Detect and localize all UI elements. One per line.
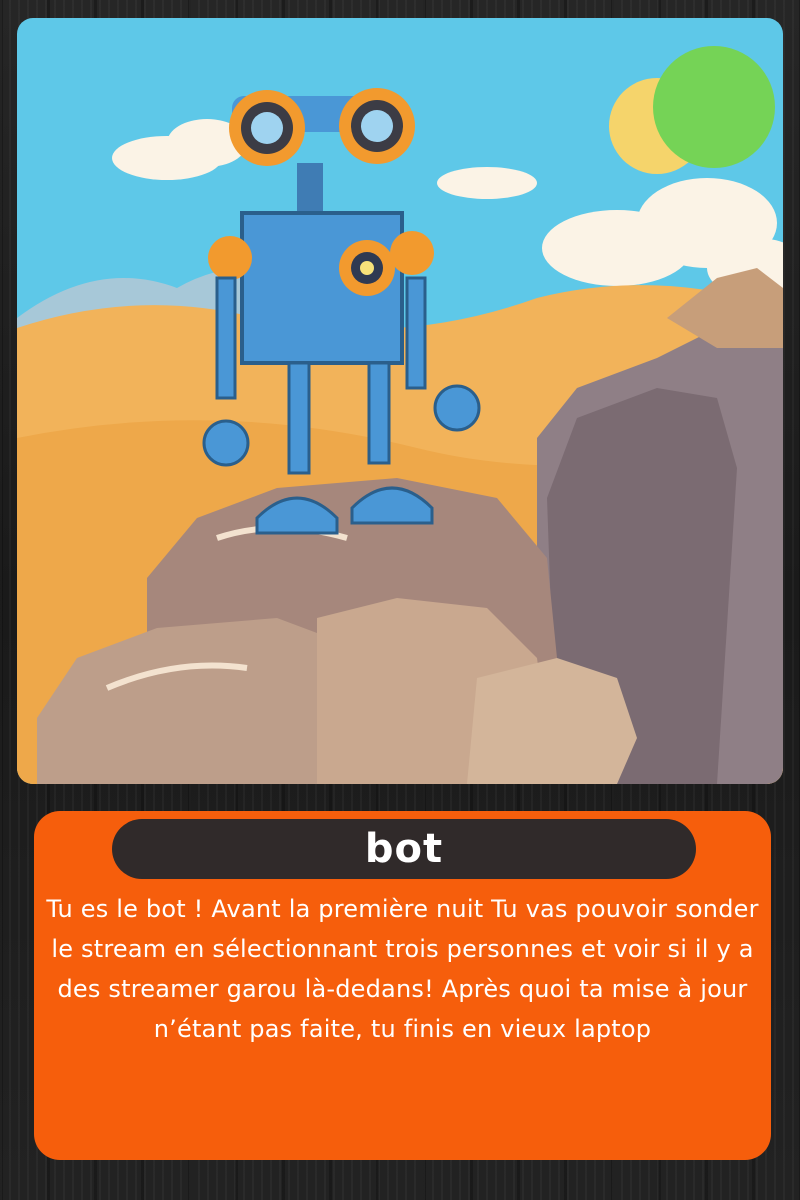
card-illustration — [17, 18, 783, 784]
card-title-pill: bot — [112, 819, 696, 879]
card-description: Tu es le bot ! Avant la première nuit Tu… — [46, 895, 759, 1043]
status-badge — [653, 46, 775, 168]
card-title: bot — [364, 826, 444, 872]
card-text-panel: bot Tu es le bot ! Avant la première nui… — [34, 811, 771, 1160]
